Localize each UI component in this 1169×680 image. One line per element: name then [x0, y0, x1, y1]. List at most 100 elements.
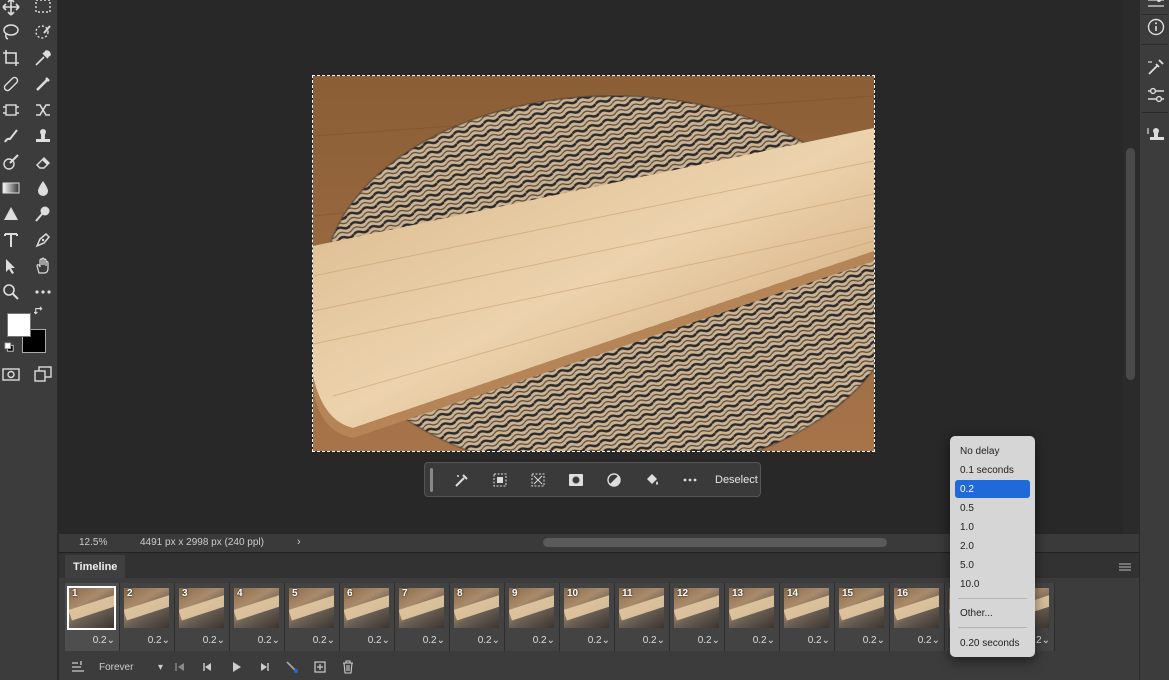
duplicate-frame-icon[interactable]	[313, 657, 327, 677]
history-brush-tool-icon[interactable]	[0, 151, 22, 173]
convert-to-timeline-icon[interactable]	[71, 657, 85, 677]
type-tool-icon[interactable]	[0, 229, 22, 251]
loop-options-select[interactable]: Forever ▾	[99, 662, 163, 673]
timeline-frame[interactable]: 9 0.2⌄	[505, 583, 560, 651]
delay-option[interactable]: 0.1 seconds	[955, 461, 1030, 479]
quick-mask-icon[interactable]	[0, 363, 22, 385]
frame-delay[interactable]: 0.2⌄	[93, 635, 115, 646]
more-tools-icon[interactable]	[32, 281, 54, 303]
properties-sliders-icon[interactable]	[1147, 0, 1165, 12]
timeline-frame[interactable]: 4 0.2⌄	[230, 583, 285, 651]
next-frame-icon[interactable]	[257, 657, 271, 677]
default-colors-icon[interactable]	[3, 341, 15, 353]
frame-delay[interactable]: 0.2⌄	[698, 635, 720, 646]
horizontal-scrollbar-thumb[interactable]	[543, 538, 887, 547]
first-frame-icon[interactable]	[173, 657, 187, 677]
delay-option[interactable]: 5.0	[955, 556, 1030, 574]
frame-delay[interactable]: 0.2⌄	[258, 635, 280, 646]
delay-option[interactable]: 1.0	[955, 518, 1030, 536]
timeline-frame[interactable]: 5 0.2⌄	[285, 583, 340, 651]
frame-delay[interactable]: 0.2⌄	[918, 635, 940, 646]
dodge-tool-icon[interactable]	[32, 203, 54, 225]
frame-delay[interactable]: 0.2⌄	[588, 635, 610, 646]
select-subject-button[interactable]	[443, 467, 481, 493]
frame-delay[interactable]: 0.2⌄	[478, 635, 500, 646]
quick-selection-tool-icon[interactable]	[32, 21, 54, 43]
previous-frame-icon[interactable]	[201, 657, 215, 677]
frame-delay[interactable]: 0.2⌄	[203, 635, 225, 646]
frame-tool-icon[interactable]	[0, 99, 22, 121]
frame-delay[interactable]: 0.2⌄	[148, 635, 170, 646]
frame-delay[interactable]: 0.2⌄	[313, 635, 335, 646]
delay-option[interactable]: 10.0	[955, 575, 1030, 593]
stamp-tool-icon[interactable]	[32, 125, 54, 147]
vertical-scrollbar-thumb[interactable]	[1126, 148, 1135, 380]
marquee-tool-icon[interactable]	[32, 0, 54, 18]
brushes-icon[interactable]	[1147, 58, 1165, 76]
brush-tool-icon[interactable]	[0, 125, 22, 147]
timeline-frame[interactable]: 1 0.2⌄	[65, 583, 120, 651]
more-options-button[interactable]	[671, 467, 709, 493]
timeline-frame[interactable]: 11 0.2⌄	[615, 583, 670, 651]
trash-icon[interactable]	[341, 657, 355, 677]
shuffle-tool-icon[interactable]	[32, 99, 54, 121]
delay-option[interactable]: 0.5	[955, 499, 1030, 517]
transform-selection-button[interactable]	[519, 467, 557, 493]
timeline-frame[interactable]: 13 0.2⌄	[725, 583, 780, 651]
timeline-frame[interactable]: 8 0.2⌄	[450, 583, 505, 651]
zoom-level[interactable]: 12.5%	[79, 537, 107, 548]
adjustment-layer-button[interactable]	[595, 467, 633, 493]
crop-tool-icon[interactable]	[0, 47, 22, 69]
timeline-frame[interactable]: 7 0.2⌄	[395, 583, 450, 651]
status-menu-arrow[interactable]: ›	[297, 536, 301, 548]
delay-option-other[interactable]: Other...	[955, 604, 1030, 622]
delay-option[interactable]: 0.2	[955, 480, 1030, 498]
delay-option[interactable]: No delay	[955, 442, 1030, 460]
eraser-tool-icon[interactable]	[32, 151, 54, 173]
frame-delay[interactable]: 0.2⌄	[808, 635, 830, 646]
frame-delay[interactable]: 0.2⌄	[423, 635, 445, 646]
lasso-tool-icon[interactable]	[0, 21, 22, 43]
timeline-frame[interactable]: 14 0.2⌄	[780, 583, 835, 651]
timeline-frame[interactable]: 15 0.2⌄	[835, 583, 890, 651]
timeline-frame[interactable]: 12 0.2⌄	[670, 583, 725, 651]
tween-icon[interactable]	[285, 657, 299, 677]
info-icon[interactable]	[1147, 18, 1165, 36]
timeline-frame[interactable]: 10 0.2⌄	[560, 583, 615, 651]
blur-tool-icon[interactable]	[32, 177, 54, 199]
path-selection-tool-icon[interactable]	[0, 255, 22, 277]
frame-delay[interactable]: 0.2⌄	[533, 635, 555, 646]
foreground-color-swatch[interactable]	[7, 313, 31, 337]
clone-source-icon[interactable]	[1147, 126, 1165, 144]
timeline-frame[interactable]: 3 0.2⌄	[175, 583, 230, 651]
document-image[interactable]	[312, 75, 875, 452]
frame-delay[interactable]: 0.2⌄	[863, 635, 885, 646]
shape-tool-icon[interactable]	[0, 203, 22, 225]
eyedropper-tool-icon[interactable]	[32, 47, 54, 69]
play-icon[interactable]	[229, 657, 243, 677]
fill-selection-button[interactable]	[633, 467, 671, 493]
adjustments-sliders-icon[interactable]	[1147, 86, 1165, 104]
swap-colors-icon[interactable]	[33, 305, 47, 319]
vertical-scrollbar[interactable]	[1123, 0, 1139, 534]
pen-tool-icon[interactable]	[32, 229, 54, 251]
delay-option[interactable]: 2.0	[955, 537, 1030, 555]
screen-mode-icon[interactable]	[32, 363, 54, 385]
task-bar-grip[interactable]	[430, 467, 433, 492]
timeline-frame[interactable]: 2 0.2⌄	[120, 583, 175, 651]
healing-brush-tool-icon[interactable]	[0, 73, 22, 95]
frame-delay[interactable]: 0.2⌄	[643, 635, 665, 646]
create-mask-button[interactable]	[557, 467, 595, 493]
frame-delay[interactable]: 0.2⌄	[753, 635, 775, 646]
panel-menu-icon[interactable]	[1119, 559, 1131, 571]
brush-tool-icon-2[interactable]	[32, 73, 54, 95]
hand-tool-icon[interactable]	[32, 255, 54, 277]
tab-timeline[interactable]: Timeline	[65, 555, 126, 579]
move-tool-icon[interactable]	[0, 0, 22, 18]
gradient-tool-icon[interactable]	[0, 177, 22, 199]
timeline-frame[interactable]: 6 0.2⌄	[340, 583, 395, 651]
timeline-frame[interactable]: 16 0.2⌄	[890, 583, 945, 651]
zoom-tool-icon[interactable]	[0, 281, 22, 303]
deselect-button[interactable]: Deselect	[715, 474, 758, 486]
invert-selection-button[interactable]	[481, 467, 519, 493]
